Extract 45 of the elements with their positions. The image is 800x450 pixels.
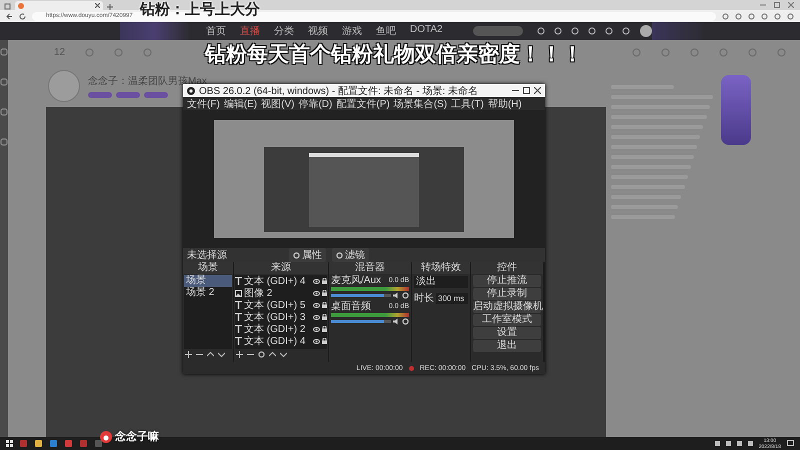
dock-title: 转场特效 <box>412 262 470 274</box>
channel-name: 桌面音频 <box>331 301 371 312</box>
dock-title: 来源 <box>234 262 328 274</box>
source-item[interactable]: 文本 (GDI+) 4 <box>244 274 311 288</box>
caption-text: 钻粉每天首个钻粉礼物双倍亲密度！！！ <box>205 40 583 68</box>
window-title: OBS 26.0.2 (64-bit, windows) - 配置文件: 未命名 - 场景: 未命名 <box>199 84 479 98</box>
streamer-label: 念念子嘛 <box>115 430 159 444</box>
nav-link[interactable]: DOTA2 <box>410 24 443 38</box>
control-button[interactable]: 退出 <box>473 340 541 352</box>
menu-item[interactable]: 配置文件(P) <box>336 96 390 110</box>
nav-link[interactable]: 首页 <box>206 24 226 38</box>
source-item[interactable]: 文本 (GDI+) 3 <box>244 310 311 324</box>
status-text: 未选择源 <box>187 248 227 262</box>
menu-item[interactable]: 场景集合(S) <box>394 96 448 110</box>
nav-link[interactable]: 鱼吧 <box>376 24 396 38</box>
duration-field[interactable]: 300 ms <box>436 292 468 304</box>
control-button[interactable]: 设置 <box>473 327 541 339</box>
menu-item[interactable]: 工具(T) <box>451 96 484 110</box>
dock-title: 控件 <box>471 262 543 274</box>
scene-item[interactable]: 场景 <box>184 275 232 287</box>
control-button[interactable]: 工作室模式 <box>473 314 541 326</box>
menu-item[interactable]: 停靠(D) <box>298 96 332 110</box>
menu-item[interactable]: 文件(F) <box>187 96 220 110</box>
toolbar-button[interactable]: 属性 <box>289 248 326 262</box>
control-button[interactable]: 停止录制 <box>473 288 541 300</box>
transition-dropdown[interactable]: 淡出 <box>414 276 468 288</box>
source-item[interactable]: 文本 (GDI+) 2 <box>244 322 311 336</box>
room-title: 念念子：温柔团队男孩Max <box>88 74 207 87</box>
nav-link[interactable]: 直播 <box>240 24 260 38</box>
toolbar-button[interactable]: 滤镜 <box>332 248 369 262</box>
source-item[interactable]: 文本 (GDI+) 5 <box>244 298 311 312</box>
nav-link[interactable]: 分类 <box>274 24 294 38</box>
channel-name: 麦克风/Aux <box>331 275 382 286</box>
scene-item[interactable]: 场景 2 <box>184 287 232 299</box>
menu-item[interactable]: 编辑(E) <box>224 96 258 110</box>
dock-title: 场景 <box>183 262 233 274</box>
control-button[interactable]: 停止推流 <box>473 275 541 287</box>
source-item[interactable]: 图像 2 <box>244 286 311 300</box>
nav-link[interactable]: 游戏 <box>342 24 362 38</box>
nav-link[interactable]: 视频 <box>308 24 328 38</box>
source-item[interactable]: 文本 (GDI+) 4 <box>244 334 311 348</box>
menu-item[interactable]: 帮助(H) <box>488 96 522 110</box>
menu-item[interactable]: 视图(V) <box>261 96 294 110</box>
duration-label: 时长 <box>414 292 434 305</box>
control-button[interactable]: 启动虚拟摄像机 <box>473 301 541 313</box>
